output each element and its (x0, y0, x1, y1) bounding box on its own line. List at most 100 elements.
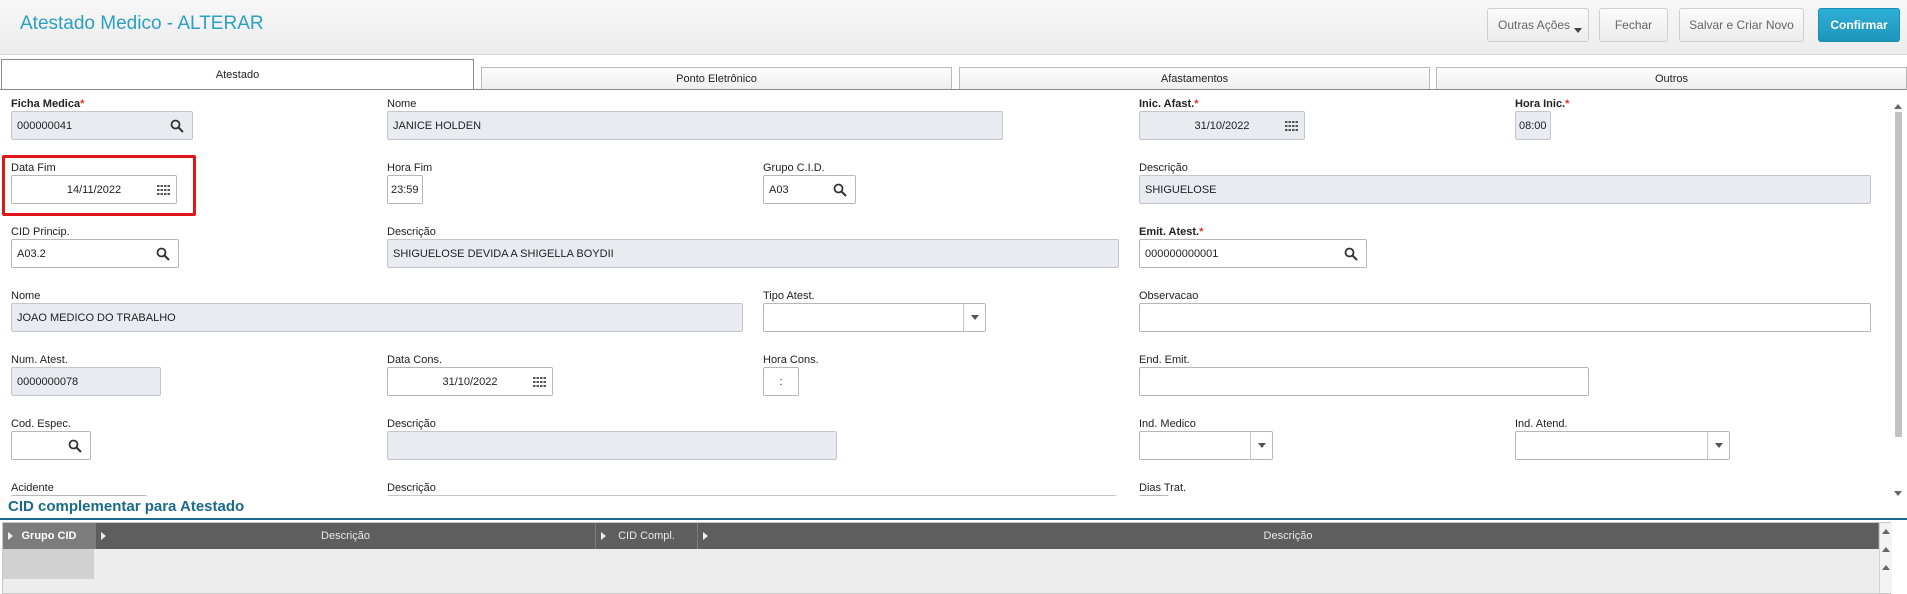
search-icon[interactable] (68, 439, 82, 453)
ind-atend-label: Ind. Atend. (1515, 418, 1568, 430)
section-title: CID complementar para Atestado (8, 498, 245, 515)
observacao-label: Observacao (1139, 290, 1199, 302)
inic-afast-label: Inic. Afast.* (1139, 98, 1199, 110)
scroll-thumb[interactable] (1895, 112, 1902, 437)
descricao-acid-label: Descrição (387, 482, 436, 494)
grupo-cid-label: Grupo C.I.D. (763, 162, 825, 174)
dias-trat-field[interactable] (1139, 495, 1169, 496)
arrow-right-icon (601, 532, 606, 540)
hora-cons-field[interactable]: : (763, 367, 799, 396)
calendar-icon[interactable] (532, 375, 546, 389)
num-atest-field: 0000000078 (11, 367, 161, 396)
descricao-cid-field: SHIGUELOSE DEVIDA A SHIGELLA BOYDII (387, 239, 1119, 268)
arrow-right-icon (703, 532, 708, 540)
column-label: Grupo CID (21, 530, 77, 542)
data-cons-value: 31/10/2022 (442, 375, 498, 388)
ind-medico-select[interactable] (1139, 431, 1273, 460)
hora-inic-label: Hora Inic.* (1515, 98, 1570, 110)
page-header: Atestado Medico - ALTERAR Outras Ações F… (0, 0, 1907, 55)
section-divider (0, 518, 1907, 520)
highlight-box (2, 155, 196, 216)
tab-atestado[interactable]: Atestado (1, 59, 474, 90)
ind-medico-label: Ind. Medico (1139, 418, 1196, 430)
descricao-grupo-label: Descrição (1139, 162, 1188, 174)
scroll-up-icon[interactable] (1894, 104, 1902, 109)
emit-atest-input[interactable]: 000000000001 (1139, 239, 1367, 268)
column-cid-compl[interactable]: CID Compl. (596, 523, 698, 549)
tipo-atest-label: Tipo Atest. (763, 290, 815, 302)
descricao-acid-field (387, 495, 1117, 496)
chevron-down-icon[interactable] (1707, 432, 1729, 459)
ficha-medica-label: Ficha Medica* (11, 98, 85, 110)
hora-fim-label: Hora Fim (387, 162, 433, 174)
column-descricao-2[interactable]: Descrição (698, 523, 1879, 549)
inic-afast-value: 31/10/2022 (1194, 119, 1250, 132)
column-descricao-1[interactable]: Descrição (96, 523, 596, 549)
ind-atend-select[interactable] (1515, 431, 1730, 460)
search-icon[interactable] (170, 119, 184, 133)
nome-label: Nome (387, 98, 417, 110)
outras-acoes-label: Outras Ações (1498, 18, 1571, 32)
cod-espec-label: Cod. Espec. (11, 418, 71, 430)
descricao-espec-field (387, 431, 837, 460)
search-icon[interactable] (156, 247, 170, 261)
nome-field: JANICE HOLDEN (387, 111, 1003, 140)
tab-afastamentos[interactable]: Afastamentos (959, 67, 1430, 90)
grid-selected-cell[interactable] (3, 549, 94, 579)
inic-afast-input[interactable]: 31/10/2022 (1139, 111, 1305, 140)
tab-outros[interactable]: Outros (1436, 67, 1907, 90)
descricao-espec-label: Descrição (387, 418, 436, 430)
ficha-medica-value: 000000041 (17, 119, 73, 132)
grid-header: Grupo CID Descrição CID Compl. Descrição (3, 523, 1890, 549)
cid-complementar-grid: Grupo CID Descrição CID Compl. Descrição (2, 522, 1892, 594)
cid-princip-label: CID Princip. (11, 226, 70, 238)
nome-medico-field: JOAO MEDICO DO TRABALHO (11, 303, 743, 332)
salvar-criar-novo-button[interactable]: Salvar e Criar Novo (1679, 8, 1804, 42)
data-cons-input[interactable]: 31/10/2022 (387, 367, 553, 396)
atestado-form: Ficha Medica* 000000041 Nome JANICE HOLD… (0, 90, 1890, 496)
scroll-down-icon[interactable] (1894, 491, 1902, 496)
tipo-atest-select[interactable] (763, 303, 986, 332)
data-cons-label: Data Cons. (387, 354, 443, 366)
grupo-cid-input[interactable]: A03 (763, 175, 856, 204)
acidente-select[interactable] (11, 495, 147, 496)
hora-inic-field[interactable]: 08:00 (1515, 111, 1551, 140)
emit-atest-value: 000000000001 (1145, 247, 1219, 260)
cod-espec-input[interactable] (11, 431, 91, 460)
arrow-right-icon (8, 532, 13, 540)
search-icon[interactable] (1344, 247, 1358, 261)
confirmar-button[interactable]: Confirmar (1818, 8, 1900, 42)
grid-scrollbar[interactable] (1879, 523, 1892, 593)
end-emit-input[interactable] (1139, 367, 1589, 396)
form-scrollbar[interactable] (1892, 104, 1905, 496)
chevron-down-icon[interactable] (1250, 432, 1272, 459)
hora-cons-label: Hora Cons. (763, 354, 819, 366)
column-grupo-cid[interactable]: Grupo CID (3, 523, 96, 549)
calendar-icon[interactable] (1284, 119, 1298, 133)
fechar-button[interactable]: Fechar (1599, 8, 1668, 42)
outras-acoes-button[interactable]: Outras Ações (1487, 8, 1589, 42)
observacao-input[interactable] (1139, 303, 1871, 332)
search-icon[interactable] (833, 183, 847, 197)
scroll-up-icon[interactable] (1882, 529, 1890, 534)
ficha-medica-input[interactable]: 000000041 (11, 111, 193, 140)
dias-trat-label: Dias Trat. (1139, 482, 1187, 494)
column-label: Descrição (321, 530, 370, 542)
grupo-cid-value: A03 (769, 183, 789, 196)
chevron-down-icon[interactable] (963, 304, 985, 331)
acidente-label: Acidente (11, 482, 54, 494)
scroll-up-icon[interactable] (1882, 547, 1890, 552)
end-emit-label: End. Emit. (1139, 354, 1190, 366)
tab-ponto-eletronico[interactable]: Ponto Eletrônico (481, 67, 952, 90)
nome-medico-label: Nome (11, 290, 41, 302)
column-label: Descrição (1263, 530, 1313, 542)
cid-princip-value: A03.2 (17, 247, 46, 260)
column-label: CID Compl. (618, 530, 675, 542)
emit-atest-label: Emit. Atest.* (1139, 226, 1204, 238)
hora-fim-field[interactable]: 23:59 (387, 175, 423, 204)
arrow-right-icon (101, 532, 106, 540)
descricao-cid-label: Descrição (387, 226, 436, 238)
page-title: Atestado Medico - ALTERAR (20, 13, 264, 34)
scroll-up-icon[interactable] (1882, 565, 1890, 570)
cid-princip-input[interactable]: A03.2 (11, 239, 179, 268)
